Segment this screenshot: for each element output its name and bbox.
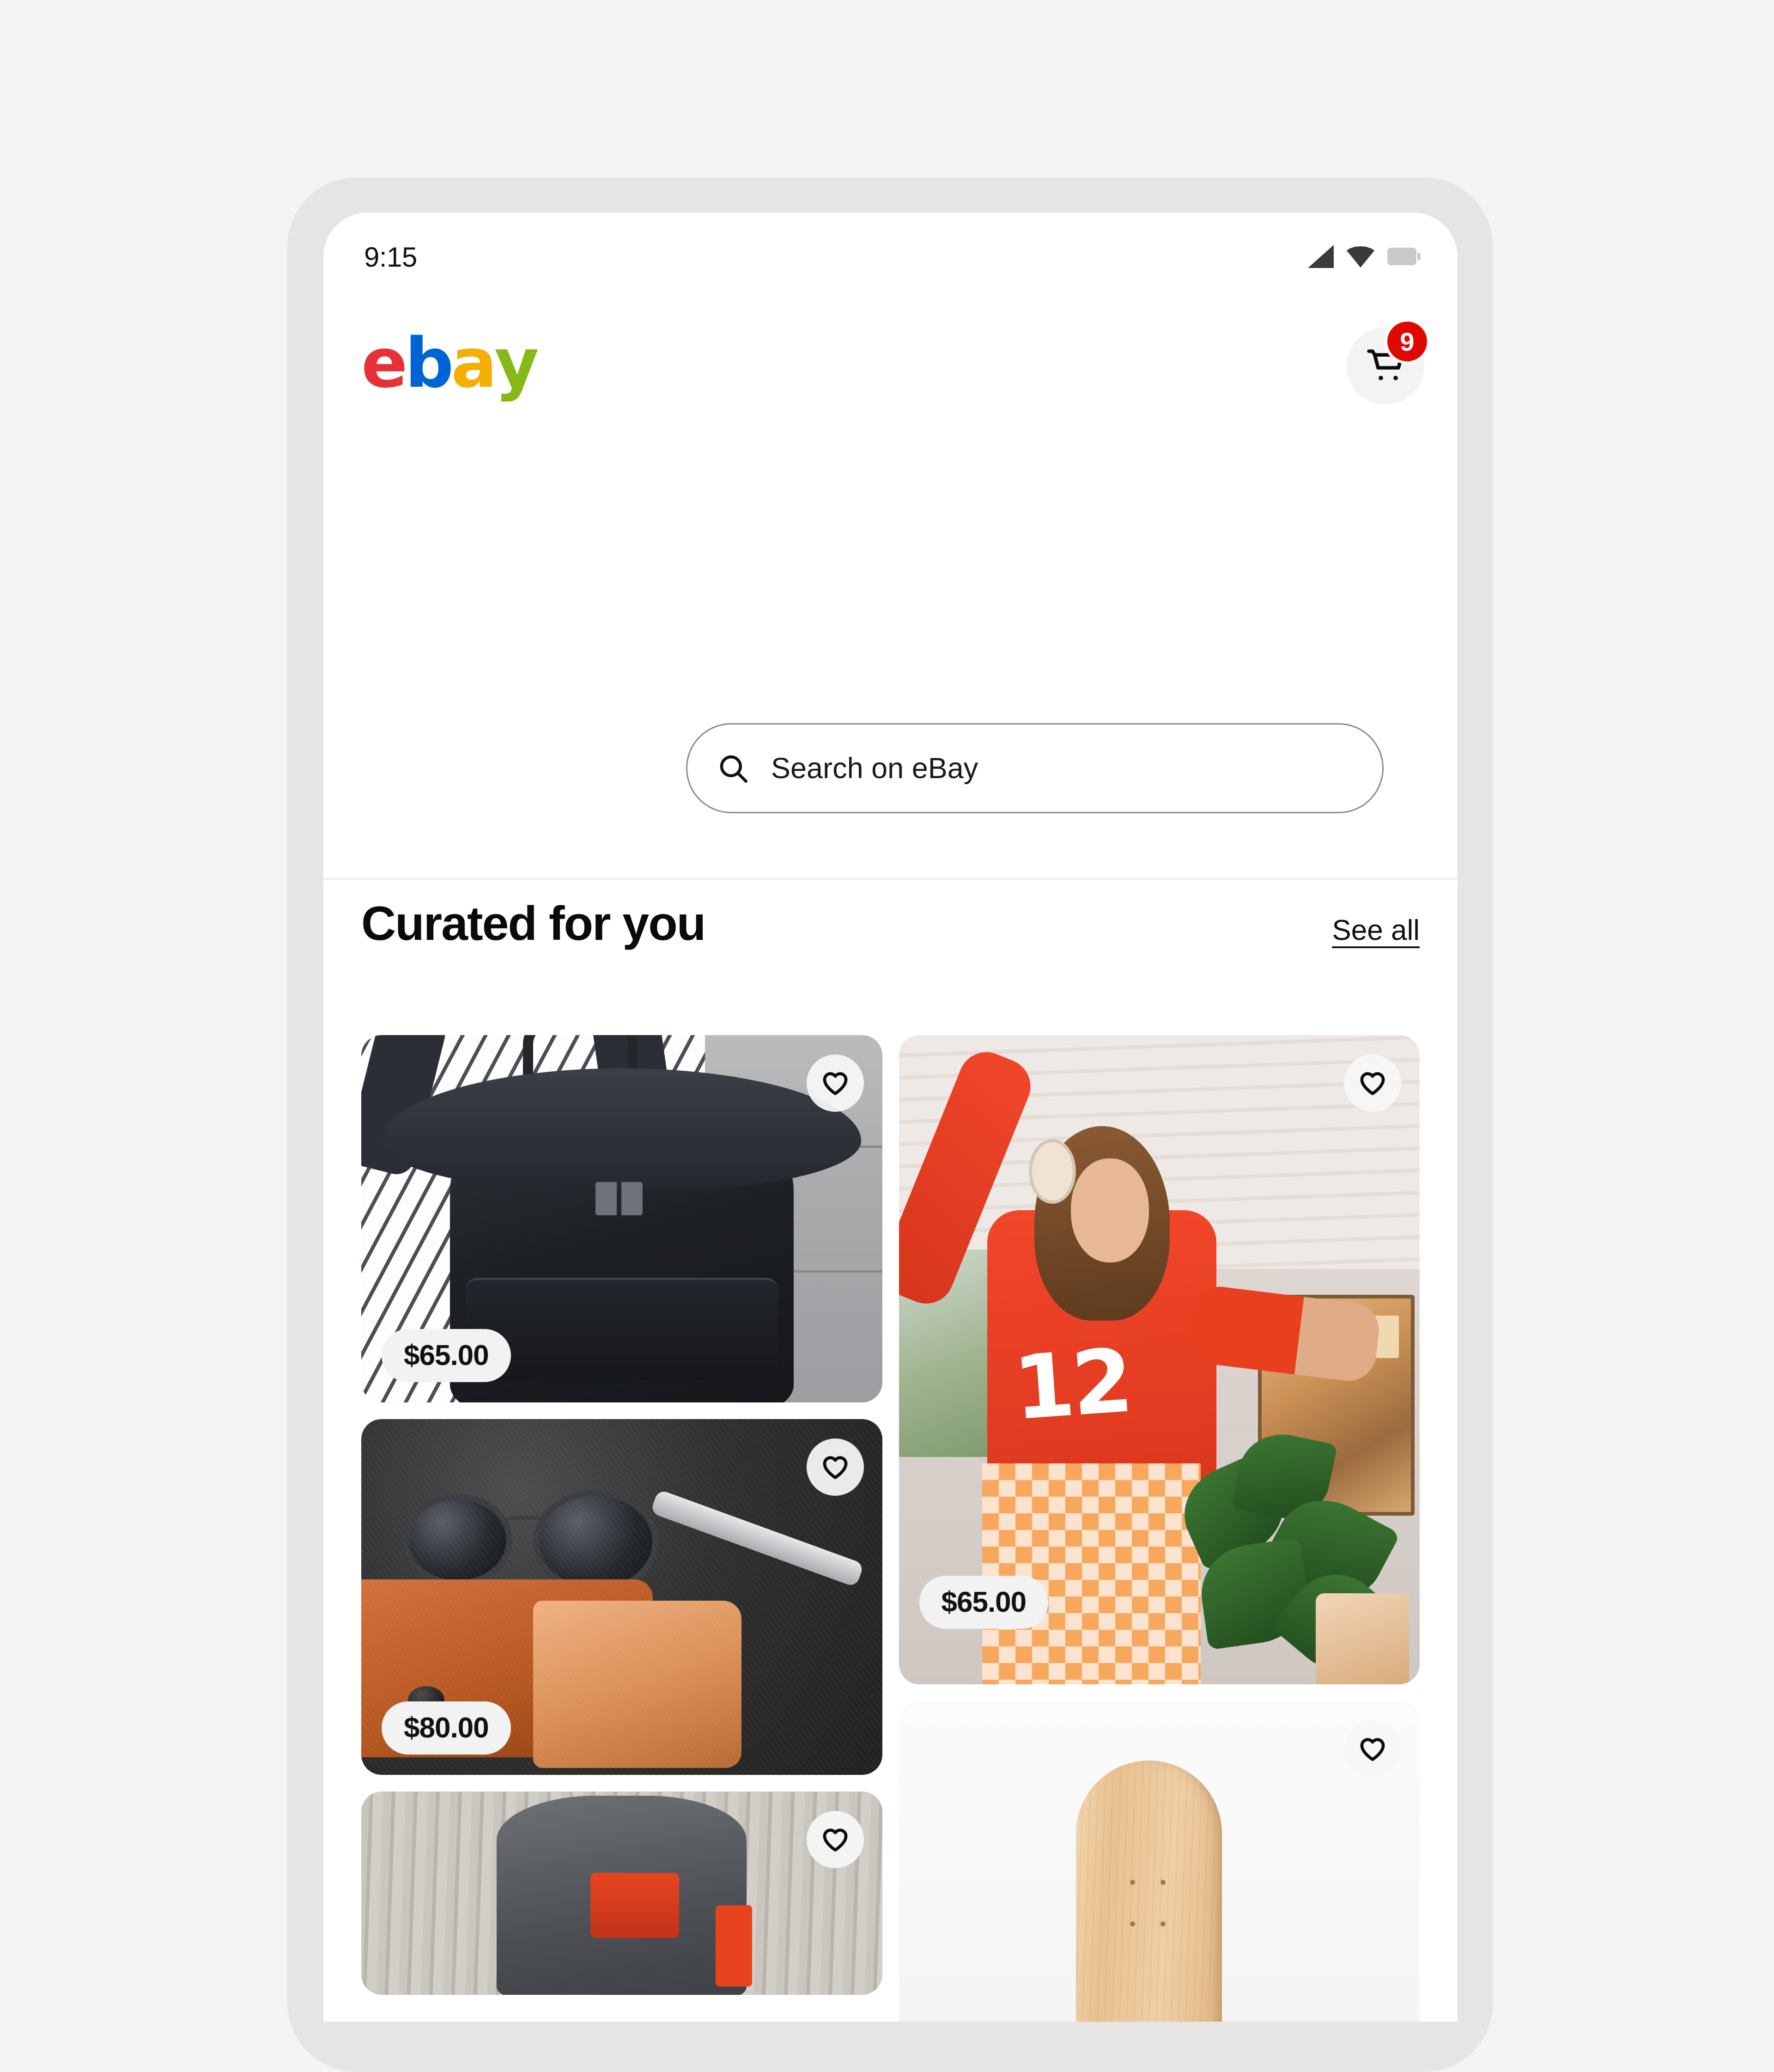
battery-icon (1387, 247, 1421, 266)
logo-letter-e: e (361, 323, 407, 403)
heart-outline-icon (1360, 1072, 1385, 1095)
product-card-fashion-top[interactable]: 12 $65.00 (899, 1035, 1420, 1684)
see-all-link[interactable]: See all (1332, 914, 1420, 947)
favorite-button[interactable] (1344, 1720, 1401, 1778)
product-image-skateboard (899, 1701, 1420, 2022)
signal-icon (1308, 245, 1334, 268)
price-badge: $65.00 (919, 1576, 1049, 1629)
heart-outline-icon (823, 1072, 847, 1095)
search-placeholder: Search on eBay (771, 752, 978, 785)
status-bar-time: 9:15 (364, 242, 417, 273)
wifi-icon (1347, 245, 1374, 268)
product-grid-left-column: $65.00 $80.00 (361, 1035, 882, 2022)
phone-screen: 9:15 ebay 9 Search on eBay Curated for y… (323, 213, 1458, 2022)
price-badge: $80.00 (382, 1701, 511, 1755)
product-grid-right-column: 12 $65.00 (899, 1035, 1420, 2022)
product-card-sunglasses[interactable]: $80.00 (361, 1419, 882, 1775)
favorite-button[interactable] (1344, 1054, 1401, 1112)
favorite-button[interactable] (806, 1054, 864, 1112)
heart-outline-icon (823, 1456, 847, 1479)
search-icon (720, 755, 747, 783)
product-card-jacket[interactable] (361, 1792, 882, 1995)
favorite-button[interactable] (806, 1811, 864, 1868)
app-header: ebay 9 (323, 310, 1458, 511)
cart-badge: 9 (1385, 319, 1430, 364)
status-bar-icons (1308, 245, 1421, 268)
product-grid: $65.00 $80.00 12 $65.00 (323, 1035, 1458, 2022)
product-image-jacket (361, 1792, 882, 1995)
price-badge: $65.00 (382, 1329, 511, 1382)
status-bar: 9:15 (323, 213, 1458, 310)
section-header: Curated for you See all (323, 896, 1458, 951)
search-input[interactable]: Search on eBay (686, 723, 1384, 813)
product-card-skateboard[interactable] (899, 1701, 1420, 2022)
heart-outline-icon (1360, 1738, 1385, 1761)
favorite-button[interactable] (806, 1438, 864, 1496)
ebay-logo: ebay (361, 323, 539, 403)
logo-letter-a: a (451, 323, 497, 403)
heart-outline-icon (823, 1828, 847, 1852)
logo-letter-b: b (405, 323, 454, 403)
header-divider (323, 878, 1458, 880)
page-title: Curated for you (361, 897, 706, 951)
logo-letter-y: y (494, 323, 539, 403)
product-card-backpack[interactable]: $65.00 (361, 1035, 882, 1402)
